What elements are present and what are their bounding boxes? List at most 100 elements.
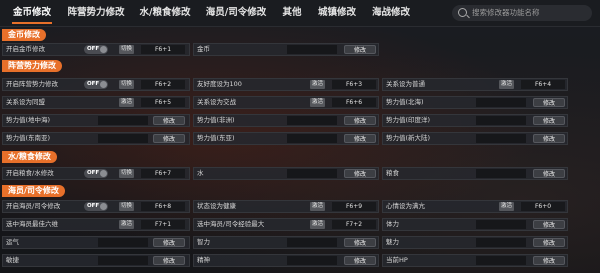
activate-tag: 激活 xyxy=(119,98,135,107)
modify-button[interactable]: 修改 xyxy=(344,45,376,54)
modify-button[interactable]: 修改 xyxy=(533,98,565,107)
hotkey-field[interactable]: F6+2 xyxy=(141,80,185,89)
label: 状态设为健康 xyxy=(197,202,236,210)
label: 关系设为普通 xyxy=(386,80,425,88)
hotkey-field[interactable]: F6+9 xyxy=(332,202,376,211)
value-input[interactable] xyxy=(287,238,337,247)
switch-tag: 切换 xyxy=(119,202,135,211)
modify-button[interactable]: 修改 xyxy=(533,116,565,125)
hotkey-field[interactable]: F6+3 xyxy=(332,80,376,89)
section-gold: 金币修改 xyxy=(2,29,46,41)
activate-tag: 激活 xyxy=(119,220,135,229)
row-faction-enable: 开启阵营势力修改 OFF 切换 F6+2 xyxy=(2,78,190,91)
modify-button[interactable]: 修改 xyxy=(533,256,565,265)
row-gold-enable: 开启金币修改 OFF 切换 F6+1 xyxy=(2,43,190,56)
search-input[interactable]: 搜索修改器功能名称 xyxy=(452,5,592,21)
label: 敏捷 xyxy=(6,256,19,264)
row-healthy: 状态设为健康 激活 F6+9 xyxy=(193,200,379,213)
value-input[interactable] xyxy=(476,169,526,178)
row-gold-value: 金币 修改 xyxy=(193,43,379,56)
modify-button[interactable]: 修改 xyxy=(344,134,376,143)
modify-button[interactable]: 修改 xyxy=(344,169,376,178)
hotkey-field[interactable]: F6+5 xyxy=(141,98,185,107)
row-max6: 选中海员最佳六维 激活 F7+1 xyxy=(2,218,190,231)
label: 势力值(东南亚) xyxy=(6,134,51,142)
modify-button[interactable]: 修改 xyxy=(533,169,565,178)
activate-tag: 激活 xyxy=(499,80,515,89)
modify-button[interactable]: 修改 xyxy=(153,134,185,143)
search-icon xyxy=(458,8,467,17)
value-input[interactable] xyxy=(287,169,337,178)
modify-button[interactable]: 修改 xyxy=(344,238,376,247)
row-north-asia: 势力值(北海) 修改 xyxy=(382,96,568,109)
hotkey-field[interactable]: F7+2 xyxy=(332,220,376,229)
value-input[interactable] xyxy=(476,256,526,265)
label: 开启粮食/水修改 xyxy=(6,169,54,177)
hotkey-field[interactable]: F6+0 xyxy=(521,202,565,211)
tab-faction[interactable]: 阵营势力修改 xyxy=(62,0,130,26)
label: 粮食 xyxy=(386,169,399,177)
modify-button[interactable]: 修改 xyxy=(344,116,376,125)
value-input[interactable] xyxy=(476,134,526,143)
toggle-switch[interactable]: OFF xyxy=(84,169,108,178)
row-caribbean: 势力值(印度洋) 修改 xyxy=(382,114,568,127)
hotkey-field[interactable]: F6+6 xyxy=(332,98,376,107)
modify-button[interactable]: 修改 xyxy=(533,238,565,247)
tab-town[interactable]: 城镇修改 xyxy=(312,0,362,26)
value-input[interactable] xyxy=(98,256,148,265)
modify-button[interactable]: 修改 xyxy=(153,256,185,265)
value-input[interactable] xyxy=(476,220,526,229)
row-food-value: 粮食 修改 xyxy=(382,167,568,180)
label: 魅力 xyxy=(386,238,399,246)
hotkey-field[interactable]: F7+1 xyxy=(141,220,185,229)
modify-button[interactable]: 修改 xyxy=(533,220,565,229)
tab-gold[interactable]: 金币修改 xyxy=(6,0,58,26)
tab-other[interactable]: 其他 xyxy=(278,0,306,26)
modify-button[interactable]: 修改 xyxy=(153,238,185,247)
label: 开启金币修改 xyxy=(6,45,45,53)
toggle-switch[interactable]: OFF xyxy=(84,80,108,89)
hotkey-field[interactable]: F6+7 xyxy=(141,169,185,178)
value-input[interactable] xyxy=(98,116,148,125)
section-crew: 海员/司令修改 xyxy=(2,185,65,197)
value-input[interactable] xyxy=(476,116,526,125)
toggle-switch[interactable]: OFF xyxy=(84,45,108,54)
activate-tag: 激活 xyxy=(310,80,326,89)
label: 精神 xyxy=(197,256,210,264)
label: 势力值(地中海) xyxy=(6,116,51,124)
modify-button[interactable]: 修改 xyxy=(153,116,185,125)
toggle-switch[interactable]: OFF xyxy=(84,202,108,211)
tab-naval[interactable]: 海战修改 xyxy=(366,0,416,26)
row-east-asia: 势力值(东亚) 修改 xyxy=(193,132,379,145)
tab-water-food[interactable]: 水/粮食修改 xyxy=(134,0,196,26)
row-crew-enable: 开启海员/司令修改 OFF 切换 F6+8 xyxy=(2,200,190,213)
label: 关系设为交战 xyxy=(197,98,236,106)
value-input[interactable] xyxy=(287,116,337,125)
value-input[interactable] xyxy=(287,45,337,54)
tab-crew[interactable]: 海员/司令修改 xyxy=(200,0,272,26)
label: 开启阵营势力修改 xyxy=(6,80,58,88)
label: 势力值(印度洋) xyxy=(386,116,431,124)
row-agility: 敏捷 修改 xyxy=(2,254,190,267)
row-mood: 心情设为满亢 激活 F6+0 xyxy=(382,200,568,213)
label: 友好度设为100 xyxy=(197,80,242,88)
hotkey-field[interactable]: F6+8 xyxy=(141,202,185,211)
row-hp: 当前HP 修改 xyxy=(382,254,568,267)
value-input[interactable] xyxy=(98,238,148,247)
value-input[interactable] xyxy=(476,98,526,107)
value-input[interactable] xyxy=(476,238,526,247)
value-input[interactable] xyxy=(287,134,337,143)
value-input[interactable] xyxy=(287,256,337,265)
row-stamina: 体力 修改 xyxy=(382,218,568,231)
hotkey-field[interactable]: F6+4 xyxy=(521,80,565,89)
activate-tag: 激活 xyxy=(499,202,515,211)
label: 选中海员/司令经验最大 xyxy=(197,220,265,228)
label: 当前HP xyxy=(386,256,408,264)
value-input[interactable] xyxy=(98,134,148,143)
row-new-continent: 势力值(新大陆) 修改 xyxy=(382,132,568,145)
hotkey-field[interactable]: F6+1 xyxy=(141,45,185,54)
modify-button[interactable]: 修改 xyxy=(533,134,565,143)
modify-button[interactable]: 修改 xyxy=(344,256,376,265)
label: 体力 xyxy=(386,220,399,228)
row-friendly100: 友好度设为100 激活 F6+3 xyxy=(193,78,379,91)
